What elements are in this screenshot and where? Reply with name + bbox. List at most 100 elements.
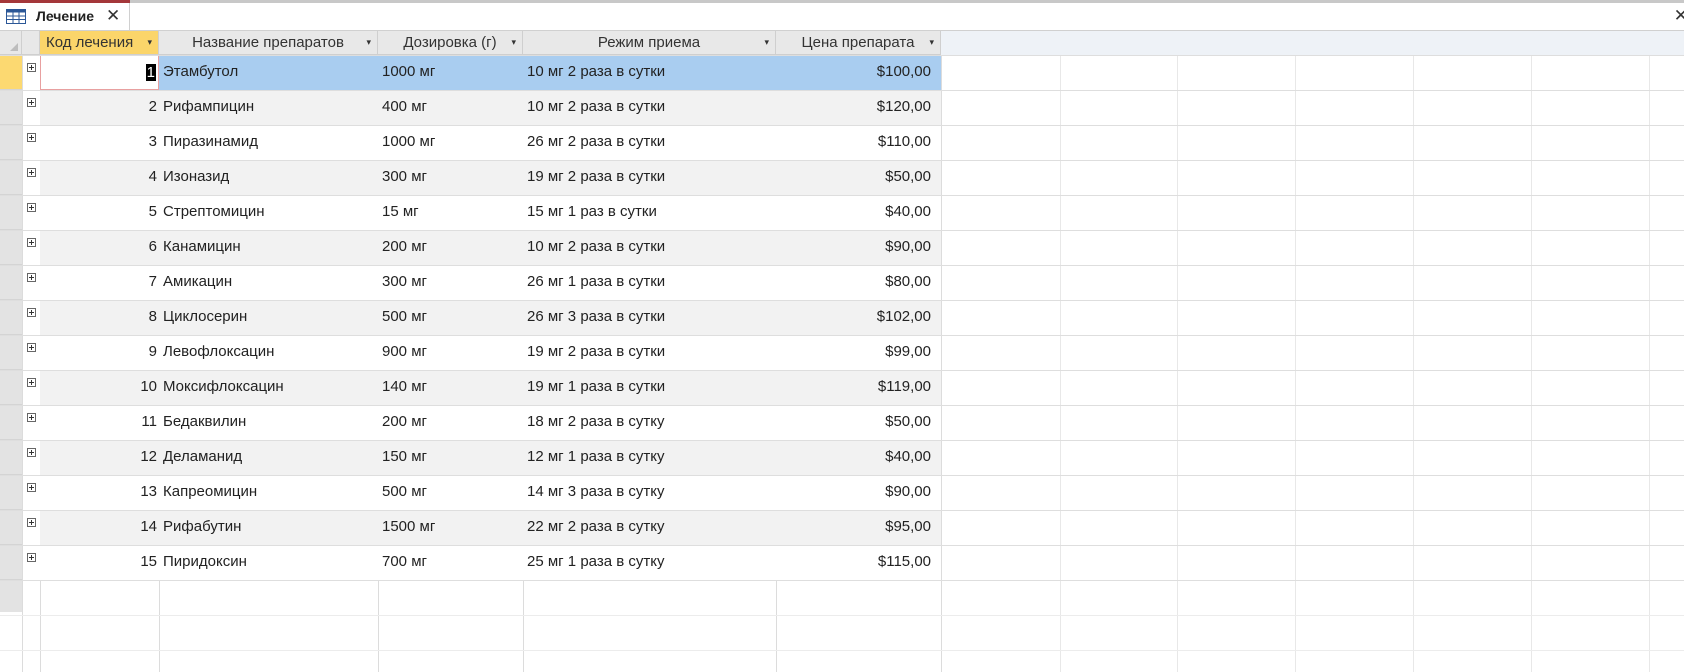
col-kod-lecheniya-cell[interactable]: 4 xyxy=(40,160,159,195)
col-rezhim-cell[interactable]: 19 мг 2 раза в сутки xyxy=(523,160,776,195)
col-nazvanie-cell[interactable]: Изоназид xyxy=(159,160,378,195)
col-rezhim-cell[interactable]: 19 мг 1 раза в сутки xyxy=(523,370,776,405)
col-cena-cell[interactable]: $50,00 xyxy=(776,405,941,440)
col-rezhim-cell[interactable]: 10 мг 2 раза в сутки xyxy=(523,230,776,265)
table-row[interactable]: 9 Левофлоксацин 900 мг 19 мг 2 раза в сутки… xyxy=(0,335,1684,370)
col-rezhim-cell[interactable]: 14 мг 3 раза в сутку xyxy=(523,475,776,510)
table-row[interactable]: 2 Рифампицин 400 мг 10 мг 2 раза в сутки $12… xyxy=(0,90,1684,125)
col-kod-lecheniya-cell[interactable]: 6 xyxy=(40,230,159,265)
col-kod-lecheniya-cell[interactable]: 10 xyxy=(40,370,159,405)
col-dozirovka-cell[interactable]: 200 мг xyxy=(378,405,523,440)
col-dozirovka-cell[interactable]: 300 мг xyxy=(378,265,523,300)
col-rezhim-cell[interactable]: 10 мг 2 раза в сутки xyxy=(523,90,776,125)
expand-subdatasheet-icon[interactable] xyxy=(27,378,36,387)
col-nazvanie-cell[interactable]: Рифампицин xyxy=(159,90,378,125)
sort-dropdown-icon[interactable]: ▾ xyxy=(366,31,371,54)
col-nazvanie-cell[interactable]: Этамбутол xyxy=(159,55,378,90)
col-rezhim-cell[interactable]: 19 мг 2 раза в сутки xyxy=(523,335,776,370)
sort-dropdown-icon[interactable]: ▾ xyxy=(929,31,934,54)
record-selector[interactable] xyxy=(0,90,22,125)
col-cena-cell[interactable]: $115,00 xyxy=(776,545,941,580)
col-nazvanie-cell[interactable]: Амикацин xyxy=(159,265,378,300)
col-rezhim-cell[interactable]: 26 мг 2 раза в сутки xyxy=(523,125,776,160)
col-dozirovka-cell[interactable]: 150 мг xyxy=(378,440,523,475)
col-nazvanie-cell[interactable]: Левофлоксацин xyxy=(159,335,378,370)
col-dozirovka-cell[interactable]: 400 мг xyxy=(378,90,523,125)
col-nazvanie-cell[interactable]: Бедаквилин xyxy=(159,405,378,440)
col-kod-lecheniya-cell[interactable]: 12 xyxy=(40,440,159,475)
col-dozirovka-cell[interactable]: 500 мг xyxy=(378,475,523,510)
expand-subdatasheet-icon[interactable] xyxy=(27,518,36,527)
col-nazvanie-cell[interactable]: Деламанид xyxy=(159,440,378,475)
sort-dropdown-icon[interactable]: ▾ xyxy=(147,31,152,54)
col-nazvanie-cell[interactable]: Рифабутин xyxy=(159,510,378,545)
col-cena-cell[interactable]: $100,00 xyxy=(776,55,941,90)
record-selector[interactable] xyxy=(0,440,22,475)
col-cena-cell[interactable]: $50,00 xyxy=(776,160,941,195)
table-row[interactable]: 11 Бедаквилин 200 мг 18 мг 2 раза в сутку $5… xyxy=(0,405,1684,440)
record-selector[interactable] xyxy=(0,125,22,160)
col-kod-lecheniya-cell[interactable]: 2 xyxy=(40,90,159,125)
col-cena-cell[interactable]: $90,00 xyxy=(776,475,941,510)
sort-dropdown-icon[interactable]: ▾ xyxy=(764,31,769,54)
col-dozirovka-cell[interactable]: 900 мг xyxy=(378,335,523,370)
col-kod-lecheniya-cell[interactable]: 9 xyxy=(40,335,159,370)
record-selector[interactable] xyxy=(0,55,22,90)
col-nazvanie-cell[interactable]: Стрептомицин xyxy=(159,195,378,230)
record-selector[interactable] xyxy=(0,405,22,440)
expand-subdatasheet-icon[interactable] xyxy=(27,273,36,282)
record-selector[interactable] xyxy=(0,300,22,335)
sort-dropdown-icon[interactable]: ▾ xyxy=(511,31,516,54)
select-all-corner[interactable] xyxy=(0,31,22,55)
col-cena-cell[interactable]: $90,00 xyxy=(776,230,941,265)
table-row[interactable]: 1 Этамбутол 1000 мг 10 мг 2 раза в сутки $10… xyxy=(0,55,1684,90)
record-selector[interactable] xyxy=(0,335,22,370)
col-dozirovka-cell[interactable]: 15 мг xyxy=(378,195,523,230)
col-dozirovka-cell[interactable]: 300 мг xyxy=(378,160,523,195)
col-rezhim-cell[interactable]: 15 мг 1 раз в сутки xyxy=(523,195,776,230)
expand-subdatasheet-icon[interactable] xyxy=(27,413,36,422)
col-kod-lecheniya-cell[interactable]: 13 xyxy=(40,475,159,510)
table-row[interactable]: 8 Циклосерин 500 мг 26 мг 3 раза в сутки $10… xyxy=(0,300,1684,335)
expand-subdatasheet-icon[interactable] xyxy=(27,63,36,72)
col-kod-lecheniya-cell[interactable]: 7 xyxy=(40,265,159,300)
expand-subdatasheet-icon[interactable] xyxy=(27,238,36,247)
col-kod-lecheniya-header[interactable]: Код лечения ▾ xyxy=(40,31,159,55)
col-nazvanie-header[interactable]: Название препаратов ▾ xyxy=(159,31,378,55)
window-close-icon[interactable]: ✕ xyxy=(1674,6,1684,26)
col-rezhim-cell[interactable]: 10 мг 2 раза в сутки xyxy=(523,55,776,90)
col-rezhim-cell[interactable]: 25 мг 1 раза в сутку xyxy=(523,545,776,580)
col-dozirovka-cell[interactable]: 1500 мг xyxy=(378,510,523,545)
expand-subdatasheet-icon[interactable] xyxy=(27,483,36,492)
col-nazvanie-cell[interactable]: Канамицин xyxy=(159,230,378,265)
col-dozirovka-cell[interactable]: 140 мг xyxy=(378,370,523,405)
col-kod-lecheniya-cell[interactable]: 1 xyxy=(40,55,159,90)
close-icon[interactable]: ✕ xyxy=(106,6,120,26)
expand-subdatasheet-icon[interactable] xyxy=(27,168,36,177)
col-cena-cell[interactable]: $40,00 xyxy=(776,440,941,475)
expand-subdatasheet-icon[interactable] xyxy=(27,553,36,562)
expand-subdatasheet-icon[interactable] xyxy=(27,448,36,457)
table-row[interactable]: 12 Деламанид 150 мг 12 мг 1 раза в сутку $40… xyxy=(0,440,1684,475)
col-kod-lecheniya-cell[interactable]: 14 xyxy=(40,510,159,545)
record-selector[interactable] xyxy=(0,195,22,230)
col-kod-lecheniya-cell[interactable]: 5 xyxy=(40,195,159,230)
tab-lechenie[interactable]: Лечение ✕ xyxy=(0,0,130,30)
record-selector[interactable] xyxy=(0,230,22,265)
col-cena-cell[interactable]: $119,00 xyxy=(776,370,941,405)
col-dozirovka-cell[interactable]: 200 мг xyxy=(378,230,523,265)
col-nazvanie-cell[interactable]: Капреомицин xyxy=(159,475,378,510)
col-cena-header[interactable]: Цена препарата ▾ xyxy=(776,31,941,55)
record-selector[interactable] xyxy=(0,475,22,510)
table-row[interactable]: 14 Рифабутин 1500 мг 22 мг 2 раза в сутку $9… xyxy=(0,510,1684,545)
col-dozirovka-cell[interactable]: 1000 мг xyxy=(378,55,523,90)
col-cena-cell[interactable]: $120,00 xyxy=(776,90,941,125)
col-nazvanie-cell[interactable]: Пиридоксин xyxy=(159,545,378,580)
table-row[interactable]: 6 Канамицин 200 мг 10 мг 2 раза в сутки $90,… xyxy=(0,230,1684,265)
col-nazvanie-cell[interactable]: Циклосерин xyxy=(159,300,378,335)
col-nazvanie-cell[interactable]: Моксифлоксацин xyxy=(159,370,378,405)
record-selector[interactable] xyxy=(0,545,22,580)
expand-subdatasheet-icon[interactable] xyxy=(27,98,36,107)
table-row[interactable]: 13 Капреомицин 500 мг 14 мг 3 раза в сутку $… xyxy=(0,475,1684,510)
col-cena-cell[interactable]: $80,00 xyxy=(776,265,941,300)
